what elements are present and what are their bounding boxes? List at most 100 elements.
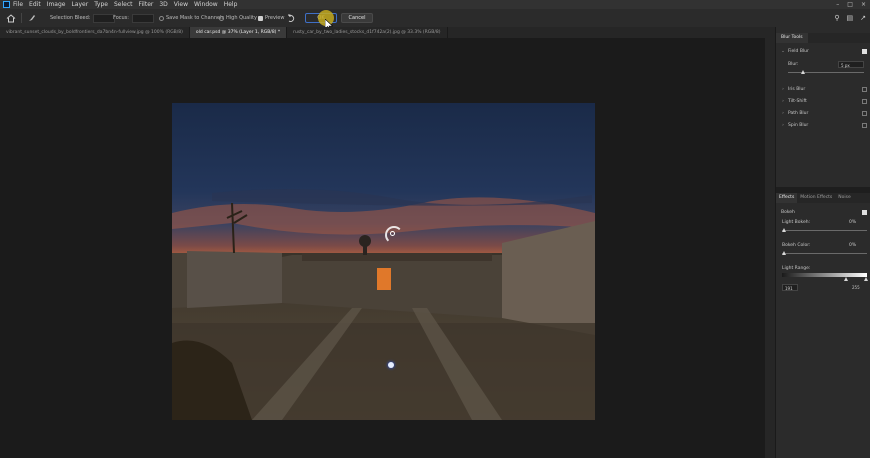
- spin-blur-row[interactable]: › Spin Blur: [776, 120, 870, 130]
- options-bar: Selection Bleed: Focus: Save Mask to Cha…: [0, 9, 870, 28]
- high-quality-label: High Quality: [226, 15, 257, 21]
- preview-checkbox[interactable]: Preview: [258, 9, 284, 27]
- light-bokeh-slider-knob[interactable]: [782, 228, 786, 232]
- tab-noise[interactable]: Noise: [835, 193, 853, 203]
- panel-title: Blur Tools: [776, 33, 808, 43]
- tab-vibrant-sunset[interactable]: vibrant_sunset_clouds_by_boldfrontiers_d…: [0, 27, 190, 38]
- chevron-down-icon[interactable]: ⌄: [780, 49, 786, 54]
- light-bokeh-label: Light Bokeh:: [782, 220, 811, 225]
- chevron-right-icon[interactable]: ›: [780, 87, 786, 92]
- spin-blur-checkbox[interactable]: [862, 122, 867, 128]
- blur-slider-knob[interactable]: [801, 70, 805, 74]
- document-tabs: vibrant_sunset_clouds_by_boldfrontiers_d…: [0, 27, 775, 38]
- iris-blur-checkbox[interactable]: [862, 86, 867, 92]
- light-bokeh-slider-track[interactable]: [782, 230, 867, 231]
- tab-rusty-car[interactable]: rusty_car_by_two_ladies_stocks_d1f742a(2…: [287, 27, 448, 38]
- iris-blur-label: Iris Blur: [788, 86, 806, 92]
- light-range-max-knob[interactable]: [864, 277, 868, 281]
- light-range-label: Light Range:: [782, 266, 811, 271]
- blur-pin-icon[interactable]: [388, 362, 394, 368]
- menu-3d[interactable]: 3D: [159, 1, 167, 8]
- chevron-right-icon[interactable]: ›: [780, 123, 786, 128]
- path-blur-checkbox[interactable]: [862, 110, 867, 116]
- tab-label: rusty_car_by_two_ladies_stocks_d1f742a(2…: [293, 30, 441, 35]
- field-blur-row[interactable]: ⌄ Field Blur: [776, 46, 870, 56]
- chevron-right-icon[interactable]: ›: [780, 99, 786, 104]
- menu-window[interactable]: Window: [194, 1, 218, 8]
- bokeh-label: Bokeh: [781, 209, 795, 215]
- reset-icon[interactable]: [287, 9, 296, 27]
- selection-bleed-label: Selection Bleed:: [50, 15, 91, 21]
- bokeh-color-value[interactable]: 0%: [849, 243, 856, 248]
- tab-label: old car.psd @ 37% (Layer 1, RGB/8) *: [195, 30, 281, 35]
- bokeh-color-slider-track[interactable]: [782, 253, 867, 254]
- document-canvas[interactable]: [172, 103, 595, 420]
- menu-view[interactable]: View: [174, 1, 188, 8]
- preview-check-icon[interactable]: [258, 15, 263, 21]
- blur-slider-track[interactable]: [788, 72, 864, 73]
- search-icon[interactable]: ⚲: [834, 14, 839, 22]
- blur-pin-icon[interactable]: [390, 231, 395, 236]
- bokeh-color-label: Bokeh Color:: [782, 243, 811, 248]
- tab-effects[interactable]: Effects: [776, 193, 798, 203]
- light-range-max-field[interactable]: 255: [852, 285, 860, 290]
- blur-label: Blur:: [788, 62, 799, 67]
- blur-value-field[interactable]: 5 px: [838, 61, 864, 68]
- close-icon[interactable]: ×: [861, 1, 866, 8]
- menu-filter[interactable]: Filter: [139, 1, 154, 8]
- tilt-shift-row[interactable]: › Tilt-Shift: [776, 96, 870, 106]
- options-right-icons: ⚲ ▤ ↗: [834, 9, 866, 27]
- light-range-min-knob[interactable]: [844, 277, 848, 281]
- panel-tab-blur-tools[interactable]: Blur Tools: [776, 33, 870, 43]
- photoshop-logo-icon: [3, 1, 10, 8]
- workspace-icon[interactable]: ▤: [847, 14, 854, 22]
- save-mask-label: Save Mask to Channels: [166, 15, 225, 21]
- tab-label: vibrant_sunset_clouds_by_boldfrontiers_d…: [6, 30, 183, 35]
- menu-select[interactable]: Select: [114, 1, 133, 8]
- brush-icon[interactable]: [28, 9, 36, 27]
- menu-file[interactable]: File: [13, 1, 23, 8]
- selection-bleed-control: Selection Bleed:: [50, 9, 116, 27]
- spin-blur-label: Spin Blur: [788, 122, 809, 128]
- menu-help[interactable]: Help: [224, 1, 238, 8]
- vertical-scrollbar[interactable]: [765, 38, 775, 458]
- high-quality-checkbox[interactable]: High Quality: [219, 9, 257, 27]
- tab-motion-effects[interactable]: Motion Effects: [797, 193, 835, 203]
- tilt-shift-checkbox[interactable]: [862, 98, 867, 104]
- save-mask-checkbox[interactable]: Save Mask to Channels: [159, 9, 224, 27]
- menu-layer[interactable]: Layer: [71, 1, 88, 8]
- bokeh-checkbox[interactable]: [862, 209, 867, 215]
- share-icon[interactable]: ↗: [860, 14, 866, 22]
- effects-tabs: Effects Motion Effects Noise: [776, 193, 870, 203]
- maximize-icon[interactable]: □: [847, 1, 853, 8]
- blur-tools-panel: Blur Tools ⌄ Field Blur Blur: 5 px › Iri…: [775, 27, 870, 458]
- menu-image[interactable]: Image: [47, 1, 66, 8]
- save-mask-check-icon[interactable]: [159, 15, 164, 21]
- lit-doorway: [377, 268, 391, 290]
- separator: [21, 13, 22, 23]
- high-quality-check-icon[interactable]: [219, 15, 224, 21]
- path-blur-row[interactable]: › Path Blur: [776, 108, 870, 118]
- menu-bar: File Edit Image Layer Type Select Filter…: [0, 0, 870, 9]
- field-blur-label: Field Blur: [788, 48, 809, 54]
- chevron-right-icon[interactable]: ›: [780, 111, 786, 116]
- tilt-shift-label: Tilt-Shift: [788, 98, 807, 104]
- light-bokeh-value[interactable]: 0%: [849, 220, 856, 225]
- focus-control: Focus:: [113, 9, 154, 27]
- path-blur-label: Path Blur: [788, 110, 809, 116]
- light-range-gradient[interactable]: [782, 273, 867, 277]
- cancel-button[interactable]: Cancel: [341, 13, 373, 23]
- field-blur-checkbox[interactable]: [862, 48, 867, 54]
- bokeh-row[interactable]: Bokeh: [776, 207, 870, 217]
- focus-field[interactable]: [131, 13, 154, 23]
- iris-blur-row[interactable]: › Iris Blur: [776, 84, 870, 94]
- light-range-min-field[interactable]: 191: [782, 284, 798, 291]
- tab-old-car[interactable]: old car.psd @ 37% (Layer 1, RGB/8) *: [189, 27, 288, 38]
- menu-type[interactable]: Type: [94, 1, 108, 8]
- home-icon[interactable]: [6, 9, 16, 27]
- focus-label: Focus:: [113, 15, 129, 21]
- minimize-icon[interactable]: –: [836, 1, 839, 8]
- preview-label: Preview: [265, 15, 285, 21]
- menu-edit[interactable]: Edit: [29, 1, 41, 8]
- bokeh-color-slider-knob[interactable]: [782, 251, 786, 255]
